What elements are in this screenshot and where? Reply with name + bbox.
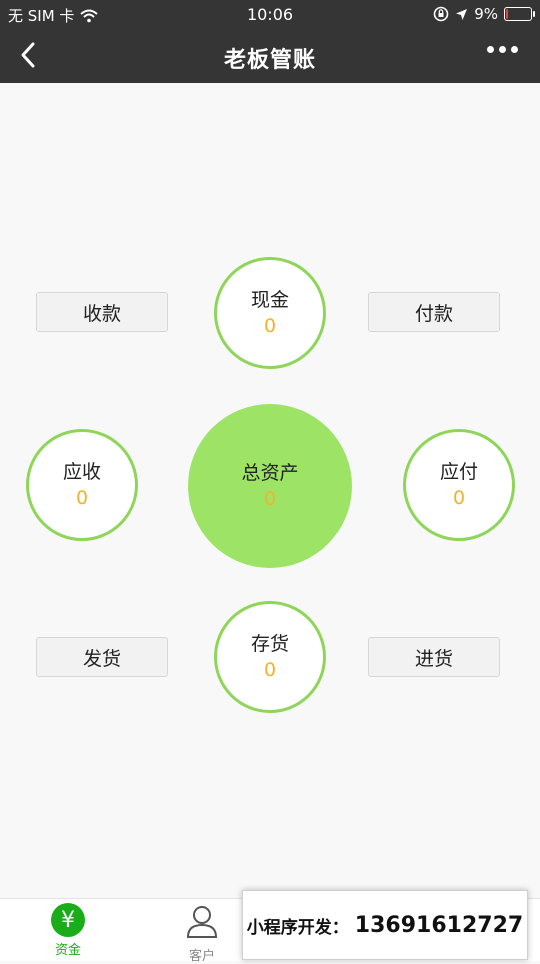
total-assets-value: 0 — [263, 488, 277, 510]
payable-label: 应付 — [439, 461, 478, 483]
total-assets-circle[interactable]: 总资产 0 — [188, 404, 352, 568]
yuan-icon: ¥ — [51, 903, 85, 937]
ship-button[interactable]: 发货 — [36, 637, 168, 677]
tab-customers[interactable]: 客户 — [157, 903, 247, 964]
inventory-circle[interactable]: 存货 0 — [214, 601, 326, 713]
receive-button[interactable]: 收款 — [36, 292, 168, 332]
cash-circle[interactable]: 现金 0 — [214, 257, 326, 369]
rotation-lock-icon — [433, 6, 449, 22]
promo-label: 小程序开发： — [246, 917, 349, 938]
cash-label: 现金 — [250, 289, 289, 311]
receivable-value: 0 — [75, 487, 89, 509]
receivable-circle[interactable]: 应收 0 — [26, 429, 138, 541]
payable-value: 0 — [452, 487, 466, 509]
inventory-value: 0 — [263, 659, 277, 681]
promo-banner: 小程序开发： 13691612727 — [242, 890, 528, 960]
total-assets-label: 总资产 — [241, 462, 299, 484]
purchase-button[interactable]: 进货 — [368, 637, 500, 677]
status-right: 9% — [433, 5, 535, 23]
person-icon — [186, 906, 218, 938]
page-title: 老板管账 — [223, 48, 316, 73]
nav-bar: 老板管账 — [0, 28, 540, 83]
more-dots-icon[interactable] — [487, 46, 518, 53]
battery-percent: 9% — [474, 5, 498, 23]
location-arrow-icon — [456, 8, 468, 20]
payable-circle[interactable]: 应付 0 — [403, 429, 515, 541]
tab-funds[interactable]: ¥ 资金 — [23, 903, 113, 958]
pay-button[interactable]: 付款 — [368, 292, 500, 332]
promo-phone: 13691612727 — [354, 912, 524, 938]
tab-customers-label: 客户 — [188, 949, 215, 964]
inventory-label: 存货 — [250, 633, 289, 655]
tab-funds-label: 资金 — [54, 943, 81, 958]
cash-value: 0 — [263, 315, 277, 337]
battery-icon — [504, 7, 535, 21]
status-bar: 无 SIM 卡 10:06 9% — [0, 0, 540, 28]
receivable-label: 应收 — [62, 461, 101, 483]
